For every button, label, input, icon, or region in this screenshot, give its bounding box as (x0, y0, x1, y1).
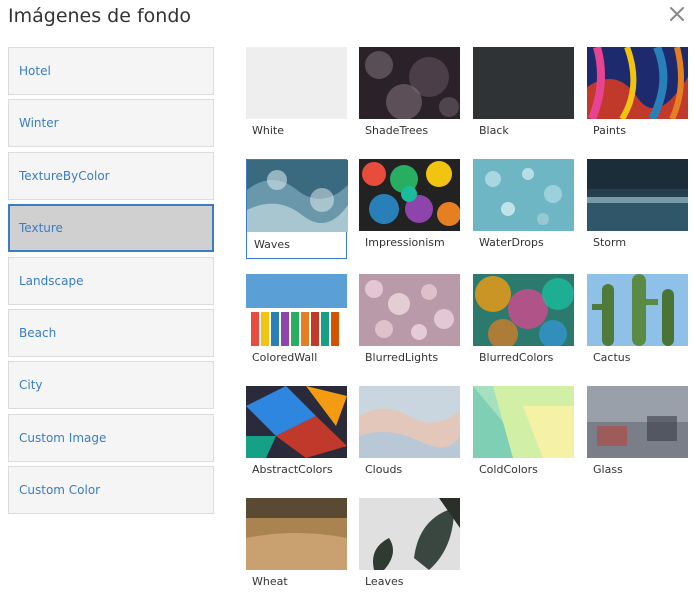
image-tile-leaves[interactable]: Leaves (359, 498, 460, 590)
image-tile-black[interactable]: Black (473, 47, 574, 139)
category-texturebycolor[interactable]: TextureByColor (8, 151, 214, 200)
image-tile-blurredcolors[interactable]: BlurredColors (473, 274, 574, 366)
thumbnail-waves (247, 160, 348, 232)
image-label: Impressionism (365, 236, 445, 249)
category-hotel[interactable]: Hotel (8, 47, 214, 95)
category-label: Landscape (19, 273, 84, 288)
image-tile-wheat[interactable]: Wheat (246, 498, 347, 590)
image-tile-cactus[interactable]: Cactus (587, 274, 688, 366)
image-tile-blurredlights[interactable]: BlurredLights (359, 274, 460, 366)
image-tile-abstractcolors[interactable]: AbstractColors (246, 386, 347, 478)
image-label: AbstractColors (252, 463, 333, 476)
category-label: Winter (19, 116, 59, 131)
image-tile-coldcolors[interactable]: ColdColors (473, 386, 574, 478)
dialog-title: Imágenes de fondo (8, 5, 192, 27)
background-images-dialog: Imágenes de fondo Hotel Winter TextureBy… (0, 0, 694, 594)
image-label: Wheat (252, 575, 288, 588)
image-tile-waterdrops[interactable]: WaterDrops (473, 159, 574, 251)
image-label: ShadeTrees (365, 124, 429, 137)
category-label: Custom Color (19, 483, 101, 498)
image-tile-white[interactable]: White (246, 47, 347, 139)
thumbnail-wheat (246, 498, 347, 570)
thumbnail-paints (587, 47, 688, 119)
image-tile-coloredwall[interactable]: ColoredWall (246, 274, 347, 366)
category-city[interactable]: City (8, 361, 214, 410)
thumbnail-waterdrops (473, 159, 574, 231)
thumbnail-coloredwall (246, 274, 347, 346)
category-label: Hotel (19, 64, 51, 78)
image-label: Glass (593, 463, 623, 476)
close-icon[interactable] (666, 3, 688, 25)
image-tile-clouds[interactable]: Clouds (359, 386, 460, 478)
image-label: ColoredWall (252, 351, 318, 364)
thumbnail-leaves (359, 498, 460, 570)
image-label: WaterDrops (479, 236, 544, 249)
thumbnail-impressionism (359, 159, 460, 231)
image-tile-shadetrees[interactable]: ShadeTrees (359, 47, 460, 139)
category-label: TextureByColor (19, 168, 110, 183)
category-beach[interactable]: Beach (8, 308, 214, 357)
thumbnail-abstractcolors (246, 386, 347, 458)
image-label: BlurredColors (479, 351, 554, 364)
thumbnail-storm (587, 159, 688, 231)
image-label: Waves (254, 238, 290, 251)
thumbnail-clouds (359, 386, 460, 458)
image-label: Clouds (365, 463, 403, 476)
image-label: Paints (593, 124, 626, 137)
thumbnail-blurredcolors (473, 274, 574, 346)
image-tile-glass[interactable]: Glass (587, 386, 688, 478)
image-label: Black (479, 124, 509, 137)
category-custom-color[interactable]: Custom Color (8, 466, 214, 515)
image-tile-paints[interactable]: Paints (587, 47, 688, 139)
image-label: Cactus (593, 351, 631, 364)
image-tile-waves[interactable]: Waves (246, 159, 348, 259)
image-label: White (252, 124, 284, 137)
image-label: BlurredLights (365, 351, 439, 364)
category-label: Texture (19, 221, 63, 236)
thumbnail-shadetrees (359, 47, 460, 119)
image-tile-storm[interactable]: Storm (587, 159, 688, 251)
category-texture[interactable]: Texture (8, 204, 214, 253)
thumbnail-coldcolors (473, 386, 574, 458)
category-sidebar: Hotel Winter TextureByColor Texture Land… (8, 47, 214, 519)
category-landscape[interactable]: Landscape (8, 256, 214, 305)
image-label: Storm (593, 236, 627, 249)
thumbnail-white (246, 47, 347, 119)
category-label: Custom Image (19, 430, 107, 445)
category-custom-image[interactable]: Custom Image (8, 413, 214, 462)
thumbnail-glass (587, 386, 688, 458)
category-label: City (19, 378, 43, 393)
category-winter[interactable]: Winter (8, 99, 214, 148)
image-label: Leaves (365, 575, 404, 588)
thumbnail-black (473, 47, 574, 119)
thumbnail-blurredlights (359, 274, 460, 346)
image-label: ColdColors (479, 463, 538, 476)
category-label: Beach (19, 325, 57, 340)
thumbnail-cactus (587, 274, 688, 346)
image-tile-impressionism[interactable]: Impressionism (359, 159, 460, 251)
